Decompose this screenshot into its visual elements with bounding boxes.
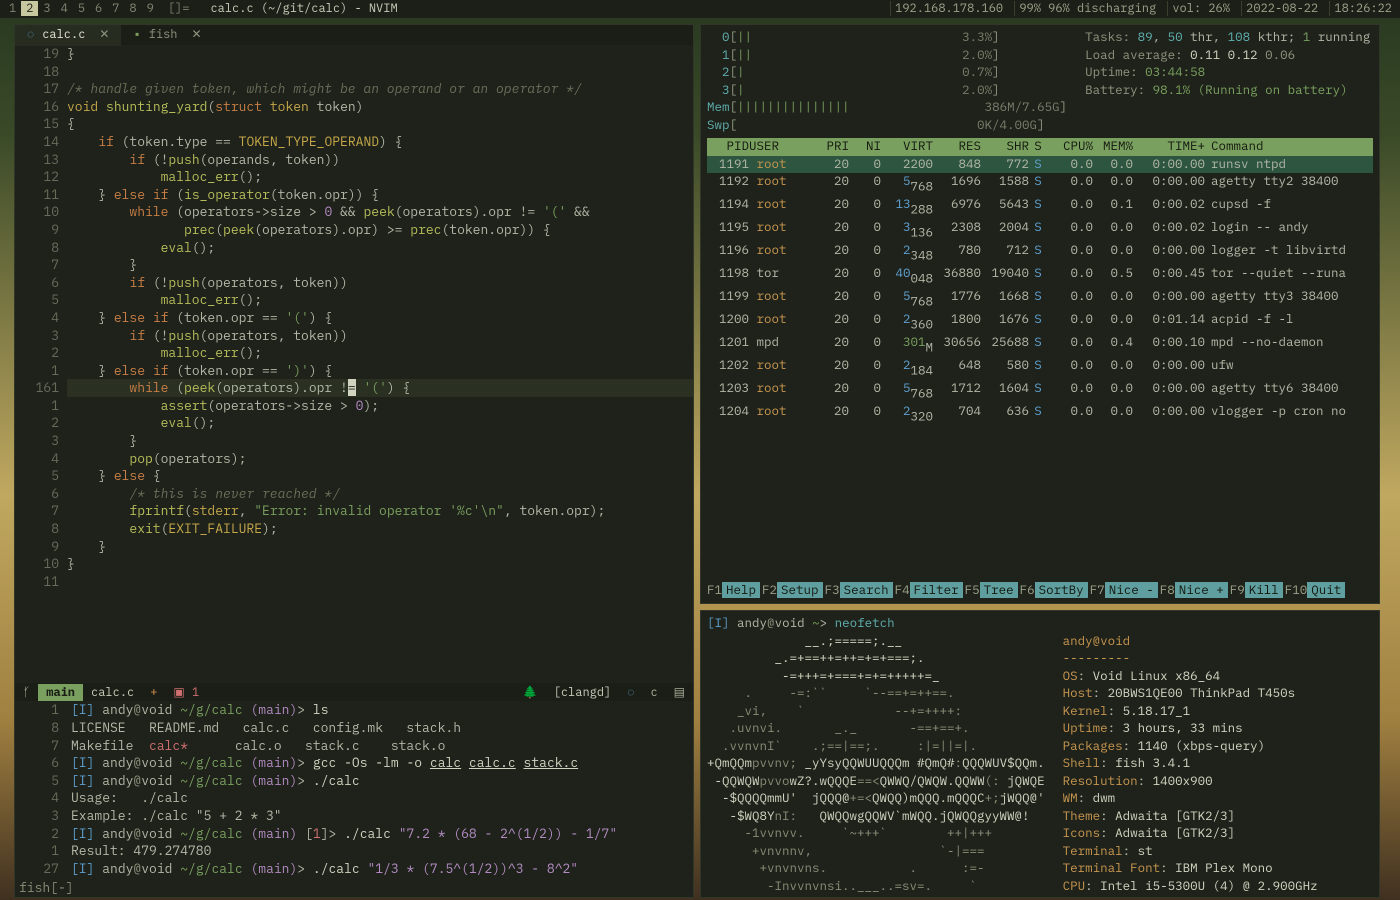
close-icon[interactable]: ✕ (99, 26, 109, 44)
lsp-status: [clangd] (546, 684, 620, 702)
neofetch-pane[interactable]: [I] andy@void ~> neofetch __.;=====;.__ … (700, 610, 1380, 898)
term-gutter: 18765432127 (15, 701, 67, 879)
htop-meters: 0[|| 3.3%] 1[|| 2.0%] 2[| 0.7%] 3[| 2.0%… (707, 29, 1067, 134)
status-ip: 192.168.178.160 (890, 1, 1007, 16)
workspace-8[interactable]: 8 (124, 1, 141, 16)
fn-search[interactable]: F3Search (825, 582, 895, 600)
htop-fn-bar[interactable]: F1HelpF2SetupF3SearchF4FilterF5TreeF6Sor… (707, 582, 1373, 600)
fn-help[interactable]: F1Help (707, 582, 762, 600)
code-view[interactable]: 1918171615141312111098765432116112345678… (15, 45, 693, 683)
neofetch-cmd-line: [I] andy@void ~> neofetch (707, 615, 1373, 633)
status-battery: 99% 96% discharging (1014, 1, 1160, 16)
process-row[interactable]: 1191 root2002200848772S0.00.00:00.00runs… (707, 156, 1373, 174)
lang-icon: ◌ (619, 684, 642, 702)
workspace-6[interactable]: 6 (90, 1, 107, 16)
lang-name: c (642, 684, 665, 702)
fn-filter[interactable]: F4Filter (895, 582, 965, 600)
tab-calc-c[interactable]: ◌ calc.c ✕ (15, 24, 121, 46)
process-row[interactable]: 1196 root2002348780712S0.00.00:00.00logg… (707, 242, 1373, 265)
workspace-4[interactable]: 4 (56, 1, 73, 16)
shell-icon: ▪ (133, 26, 140, 44)
htop-pane[interactable]: 0[|| 3.3%] 1[|| 2.0%] 2[| 0.7%] 3[| 2.0%… (700, 24, 1380, 604)
git-branch-icon: ᚶ (15, 684, 38, 702)
status-right: 192.168.178.160 99% 96% discharging vol:… (890, 0, 1396, 18)
process-row[interactable]: 1194 root2001328869765643S0.00.10:00.02c… (707, 196, 1373, 219)
git-branch: main (38, 684, 83, 702)
htop-process-list[interactable]: 1191 root2002200848772S0.00.00:00.00runs… (707, 156, 1373, 582)
workspace-9[interactable]: 9 (142, 1, 159, 16)
fn-tree[interactable]: F5Tree (965, 582, 1020, 600)
workspace-7[interactable]: 7 (107, 1, 124, 16)
process-row[interactable]: 1200 root200236018001676S0.00.00:01.14ac… (707, 311, 1373, 334)
close-icon[interactable]: ✕ (191, 26, 201, 44)
workspace-1[interactable]: 1 (4, 1, 21, 16)
line-gutter: 1918171615141312111098765432116112345678… (15, 45, 67, 683)
tree-icon: 🌲 (515, 684, 546, 702)
editor-pane: ◌ calc.c ✕ ▪ fish ✕ 19181716151413121110… (14, 24, 694, 898)
file-icon: ◌ (27, 26, 34, 44)
tab-label: fish (149, 26, 178, 44)
diag-warning-icon: ▣ 1 (165, 684, 207, 702)
window-title: calc.c (~/git/calc) - NVIM (198, 0, 397, 18)
editor-tabs: ◌ calc.c ✕ ▪ fish ✕ (15, 25, 693, 45)
htop-summary: Tasks: 89, 50 thr, 108 kthr; 1 runningLo… (1085, 29, 1373, 134)
htop-header[interactable]: PIDUSERPRINIVIRTRESSHRSCPU%MEM%TIME+Comm… (707, 138, 1373, 156)
neofetch-logo: __.;=====;.__ _.=+==++=++=+=+===;. -=+++… (707, 633, 1045, 899)
tab-fish[interactable]: ▪ fish ✕ (121, 24, 213, 46)
workspace-2[interactable]: 2 (21, 1, 38, 16)
editor-statusline: ᚶ main calc.c + ▣ 1 🌲 [clangd] ◌ c ▤ (15, 683, 693, 701)
status-time: 18:26:22 (1329, 1, 1396, 16)
process-row[interactable]: 1192 root200576816961588S0.00.00:00.00ag… (707, 173, 1373, 196)
tab-label: calc.c (42, 26, 85, 44)
process-row[interactable]: 1203 root200576817121604S0.00.00:00.00ag… (707, 380, 1373, 403)
position-icon: ▤ (666, 684, 693, 702)
process-row[interactable]: 1202 root2002184648580S0.00.00:00.00ufw (707, 357, 1373, 380)
fn-quit[interactable]: F10Quit (1285, 582, 1348, 600)
status-filename: calc.c (83, 684, 142, 702)
terminal[interactable]: [I] andy@void ~/g/calc (main)> lsLICENSE… (67, 701, 693, 879)
process-row[interactable]: 1201 mpd200301M3065625688S0.00.40:00.10m… (707, 334, 1373, 357)
process-row[interactable]: 1198 tor200400483688019040S0.00.50:00.45… (707, 265, 1373, 288)
fn-sortby[interactable]: F6SortBy (1020, 582, 1090, 600)
layout-indicator: []= (163, 0, 195, 18)
fn-setup[interactable]: F2Setup (762, 582, 825, 600)
status-date: 2022-08-22 (1241, 1, 1322, 16)
workspace-3[interactable]: 3 (38, 1, 55, 16)
workspace-5[interactable]: 5 (73, 1, 90, 16)
fn-nice--[interactable]: F7Nice - (1090, 582, 1160, 600)
source-code[interactable]: }/* handle given token, which might be a… (67, 45, 693, 683)
modified-indicator: + (142, 684, 165, 702)
neofetch-info: andy@void---------OS: Void Linux x86_64H… (1063, 633, 1318, 899)
terminal-footer: fish[-] (15, 879, 693, 897)
process-row[interactable]: 1204 root2002320704636S0.00.00:00.00vlog… (707, 403, 1373, 426)
status-volume: vol: 26% (1167, 1, 1234, 16)
status-bar: 123456789 []= calc.c (~/git/calc) - NVIM… (0, 0, 1400, 18)
fn-kill[interactable]: F9Kill (1230, 582, 1285, 600)
process-row[interactable]: 1199 root200576817761668S0.00.00:00.00ag… (707, 288, 1373, 311)
process-row[interactable]: 1195 root200313623082004S0.00.00:00.02lo… (707, 219, 1373, 242)
fn-nice-+[interactable]: F8Nice + (1160, 582, 1230, 600)
